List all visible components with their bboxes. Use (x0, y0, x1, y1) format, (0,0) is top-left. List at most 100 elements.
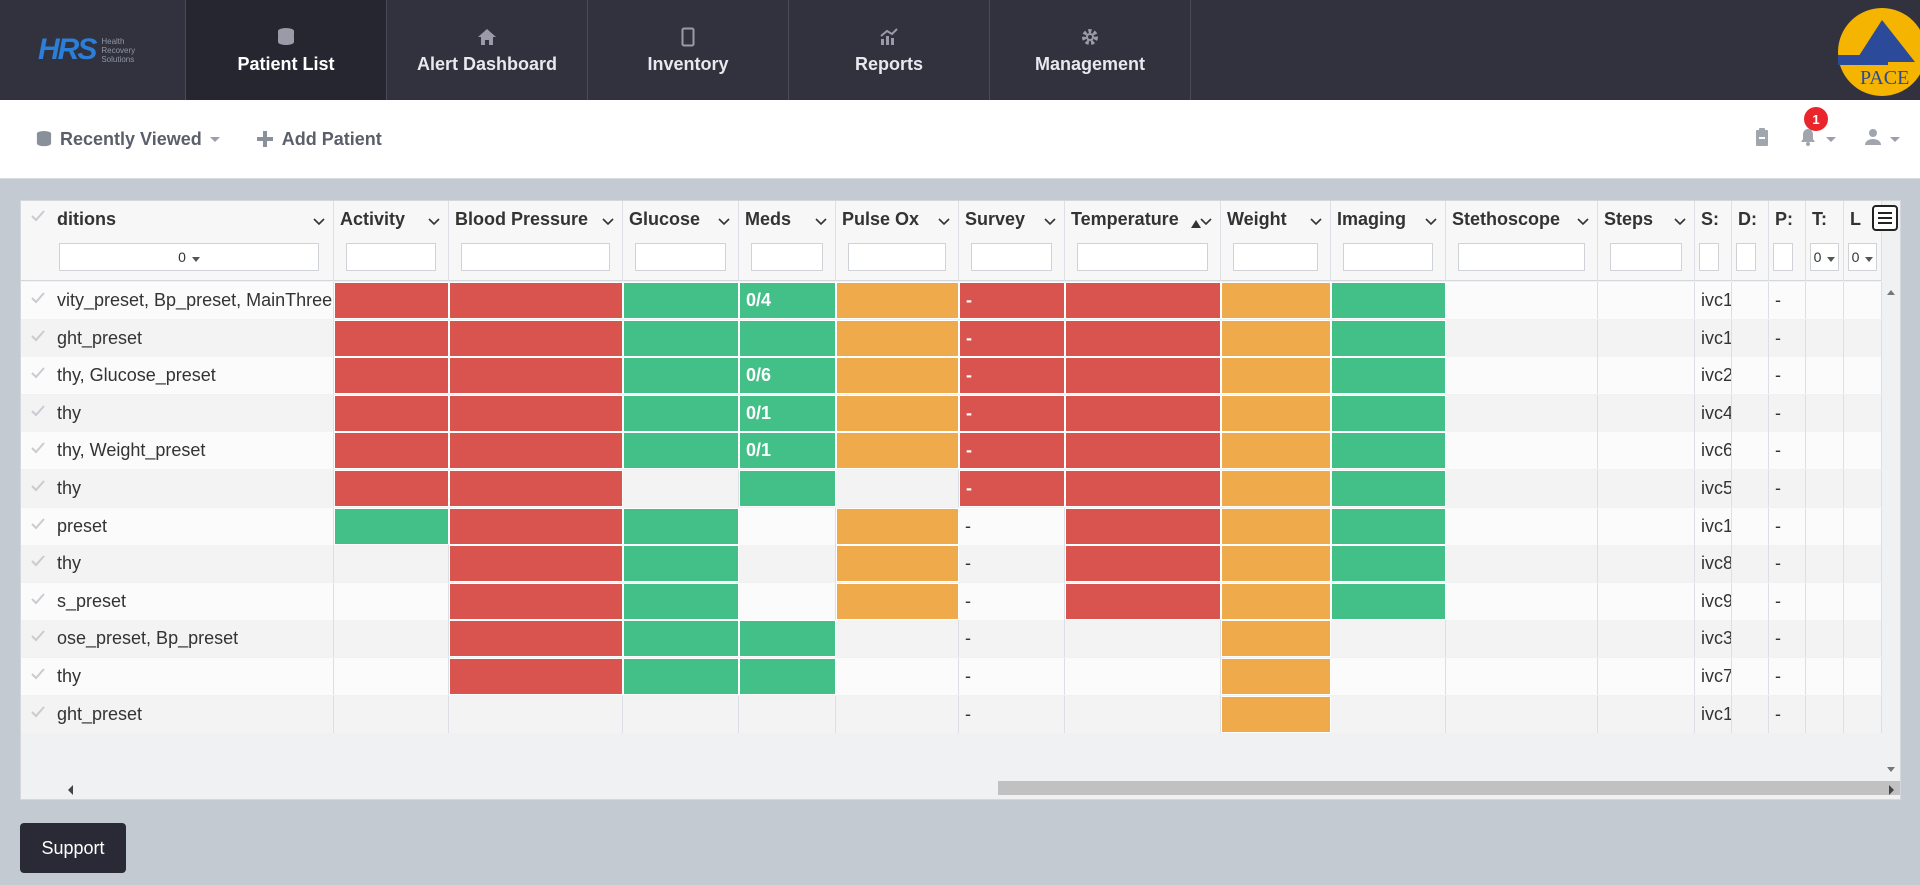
table-row[interactable]: thy - ivc8- (21, 545, 1882, 583)
chevron-down-icon[interactable] (428, 213, 440, 231)
table-row[interactable]: thy 0/1- ivc4- (21, 394, 1882, 432)
column-filter-input[interactable] (1077, 243, 1208, 271)
table-row[interactable]: thy - ivc5- (21, 470, 1882, 507)
column-filter-input[interactable] (1736, 243, 1756, 271)
cell-status (1065, 282, 1221, 319)
column-header[interactable]: D: (1732, 201, 1769, 281)
table-row[interactable]: s_preset - ivc9- (21, 582, 1882, 620)
cell-empty (1806, 695, 1844, 733)
column-header[interactable]: Pulse Ox (836, 201, 959, 281)
column-filter-select[interactable]: 0 (1848, 243, 1877, 271)
nav-tab-management[interactable]: Management (990, 0, 1191, 100)
column-header[interactable]: Stethoscope (1446, 201, 1598, 281)
scroll-thumb[interactable] (998, 781, 1900, 795)
chevron-down-icon[interactable] (938, 213, 950, 231)
chevron-down-icon[interactable] (1044, 213, 1056, 231)
cell-status (1331, 432, 1446, 470)
column-filter-input[interactable] (971, 243, 1052, 271)
cell-status (623, 507, 739, 545)
tablet-icon (681, 26, 695, 48)
nav-tab-reports[interactable]: Reports (789, 0, 990, 100)
cell-empty (1598, 545, 1695, 583)
sort-asc-icon[interactable] (1191, 215, 1201, 233)
user-menu-dropdown[interactable] (1864, 128, 1900, 151)
column-header[interactable]: P: (1769, 201, 1806, 281)
column-header[interactable]: Glucose (623, 201, 739, 281)
column-header[interactable]: Weight (1221, 201, 1331, 281)
add-patient-button[interactable]: Add Patient (256, 129, 382, 150)
column-filter-select[interactable]: 0 (59, 243, 319, 271)
logo-sub-line: Solutions (101, 54, 135, 64)
chevron-down-icon[interactable] (1310, 213, 1322, 231)
column-filter-select[interactable]: 0 (1810, 243, 1839, 271)
logo-sub-line: Health (101, 36, 125, 46)
chevron-down-icon[interactable] (1674, 213, 1686, 231)
column-header[interactable]: Survey (959, 201, 1065, 281)
nav-tab-alert-dashboard[interactable]: Alert Dashboard (387, 0, 588, 100)
chevron-down-icon[interactable] (815, 213, 827, 231)
table-row[interactable]: preset - ivc1- (21, 507, 1882, 545)
column-menu-button[interactable] (1872, 205, 1898, 231)
column-header[interactable]: Activity (334, 201, 449, 281)
column-filter-input[interactable] (848, 243, 946, 271)
table-row[interactable]: thy, Weight_preset 0/1- ivc6- (21, 432, 1882, 470)
column-filter-input[interactable] (346, 243, 436, 271)
column-title: Steps (1604, 209, 1654, 229)
notifications-dropdown[interactable]: 1 (1798, 107, 1836, 152)
cell-s: ivc4 (1695, 394, 1732, 432)
cell-s: ivc2 (1695, 357, 1732, 395)
vertical-scrollbar[interactable] (1882, 281, 1900, 781)
column-filter-input[interactable] (1233, 243, 1318, 271)
cell-status (836, 695, 959, 733)
cell-status (623, 319, 739, 357)
column-filter-input[interactable] (1610, 243, 1682, 271)
column-header[interactable]: ditions 0 (21, 201, 334, 281)
column-filter-input[interactable] (461, 243, 610, 271)
user-icon (1864, 128, 1882, 151)
cell-s: ivc1 (1695, 319, 1732, 357)
cell-status (1065, 545, 1221, 583)
cell-empty (1598, 658, 1695, 695)
column-header[interactable]: Temperature (1065, 201, 1221, 281)
cell-status (1221, 394, 1331, 432)
column-header[interactable]: T: 0 (1806, 201, 1844, 281)
support-button[interactable]: Support (20, 823, 126, 873)
chevron-down-icon[interactable] (1425, 213, 1437, 231)
clipboard-icon[interactable] (1754, 127, 1770, 152)
table-row[interactable]: ose_preset, Bp_preset - ivc3- (21, 620, 1882, 658)
column-header[interactable]: S: (1695, 201, 1732, 281)
column-filter-input[interactable] (1458, 243, 1585, 271)
chevron-down-icon[interactable] (718, 213, 730, 231)
cell-p: - (1769, 507, 1806, 545)
select-all-check-icon[interactable] (31, 209, 45, 227)
column-header[interactable]: Imaging (1331, 201, 1446, 281)
column-title: T: (1812, 209, 1827, 229)
column-filter-input[interactable] (1343, 243, 1433, 271)
cell-survey: - (959, 582, 1065, 620)
column-filter-input[interactable] (1773, 243, 1793, 271)
table-row[interactable]: ght_preset - ivc1- (21, 695, 1882, 733)
column-filter-input[interactable] (635, 243, 726, 271)
nav-tab-inventory[interactable]: Inventory (588, 0, 789, 100)
chevron-down-icon[interactable] (313, 213, 325, 231)
table-row[interactable]: ght_preset - ivc1- (21, 319, 1882, 357)
column-header[interactable]: Steps (1598, 201, 1695, 281)
column-filter-input[interactable] (751, 243, 823, 271)
hrs-logo[interactable]: HRS Health Recovery Solutions (0, 0, 186, 100)
column-title: Stethoscope (1452, 209, 1561, 229)
table-row[interactable]: vity_preset, Bp_preset, MainThree, 0/4- iv… (21, 282, 1882, 319)
horizontal-scrollbar[interactable] (63, 781, 1900, 799)
chevron-down-icon[interactable] (602, 213, 614, 231)
nav-tab-patient-list[interactable]: Patient List (186, 0, 387, 100)
table-row[interactable]: thy - ivc7- (21, 658, 1882, 695)
chevron-down-icon[interactable] (1577, 213, 1589, 231)
recently-viewed-dropdown[interactable]: Recently Viewed (36, 129, 220, 150)
column-filter-input[interactable] (1699, 243, 1719, 271)
chevron-down-icon[interactable] (1200, 213, 1212, 231)
column-header[interactable]: Meds (739, 201, 836, 281)
cell-status (1331, 507, 1446, 545)
table-row[interactable]: thy, Glucose_preset 0/6- ivc2- (21, 357, 1882, 395)
cell-empty (1806, 282, 1844, 319)
cell-status (1065, 357, 1221, 395)
column-header[interactable]: Blood Pressure (449, 201, 623, 281)
